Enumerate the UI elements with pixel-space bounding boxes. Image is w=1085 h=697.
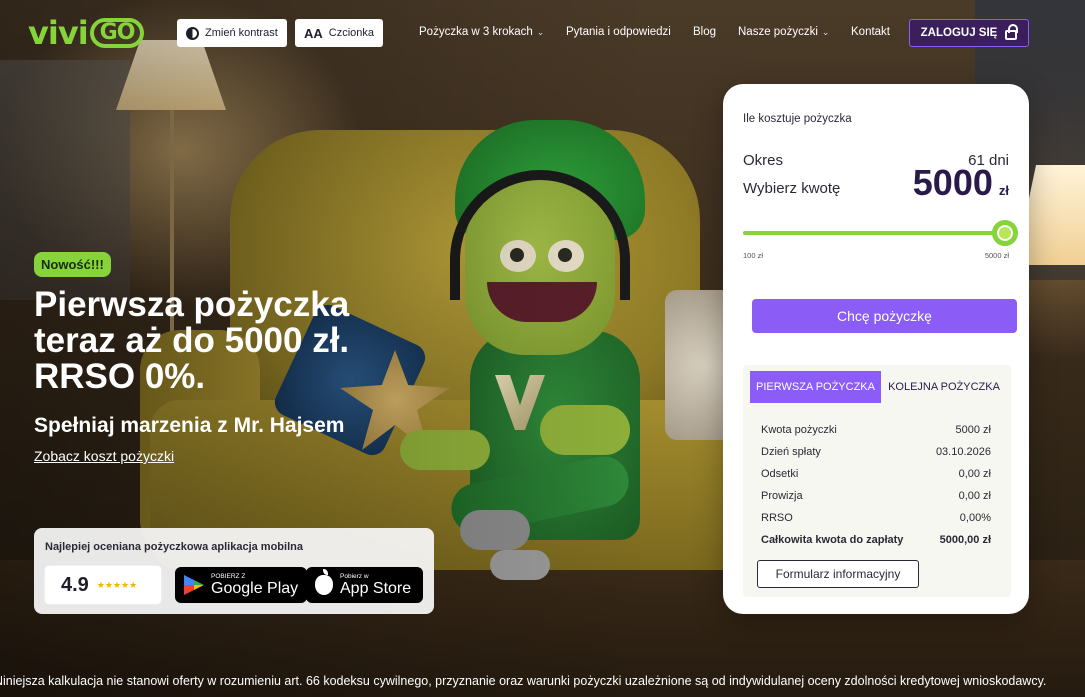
logo-text-part1: vivi — [28, 14, 89, 52]
app-store-button[interactable]: Pobierz w App Store — [306, 567, 423, 603]
app-store-text: Pobierz w App Store — [340, 573, 411, 597]
calculator-question: Ile kosztuje pożyczka — [743, 113, 852, 125]
contrast-button[interactable]: Zmień kontrast — [177, 19, 287, 47]
new-badge: Nowość!!! — [34, 252, 111, 277]
amount-unit: zł — [998, 183, 1009, 198]
chevron-down-icon: ⌄ — [821, 26, 830, 37]
detail-value: 5000 zł — [955, 424, 991, 436]
detail-value: 5000,00 zł — [939, 534, 991, 546]
detail-label: Prowizja — [761, 490, 803, 502]
loan-calculator: Ile kosztuje pożyczka Okres 61 dni Wybie… — [723, 84, 1029, 614]
detail-row: Kwota pożyczki 5000 zł — [761, 419, 991, 441]
google-play-icon — [184, 575, 204, 595]
detail-label: RRSO — [761, 512, 793, 524]
app-store-big-label: App Store — [340, 580, 412, 597]
star-rating-icon: ★★★★★ — [96, 579, 138, 590]
contrast-icon — [186, 26, 199, 40]
tab-first-loan[interactable]: PIERWSZA POŻYCZKA — [750, 371, 881, 403]
loan-cost-link[interactable]: Zobacz koszt pożyczki — [34, 448, 174, 464]
period-label: Okres — [743, 152, 784, 169]
loan-details-panel: PIERWSZA POŻYCZKA KOLEJNA POŻYCZKA Kwota… — [743, 365, 1011, 597]
nav-item-label: Nasze pożyczki — [738, 26, 818, 38]
detail-label: Całkowita kwota do zapłaty — [761, 534, 904, 546]
detail-row: Odsetki 0,00 zł — [761, 463, 991, 485]
nav-item-label: Pytania i odpowiedzi — [566, 26, 671, 38]
nav-item-faq[interactable]: Pytania i odpowiedzi — [566, 26, 671, 38]
amount-value: 5000 — [912, 162, 993, 203]
detail-value: 03.10.2026 — [935, 446, 991, 458]
nav-item-contact[interactable]: Kontakt — [851, 26, 890, 38]
app-box-title: Najlepiej oceniana pożyczkowa aplikacja … — [45, 541, 303, 553]
detail-value: 0,00 zł — [958, 468, 991, 480]
detail-label: Kwota pożyczki — [761, 424, 837, 436]
information-form-button[interactable]: Formularz informacyjny — [757, 560, 919, 588]
google-play-big-label: Google Play — [211, 580, 299, 597]
amount-display: 5000 zł — [913, 162, 1009, 204]
amount-label: Wybierz kwotę — [743, 180, 841, 197]
nav-item-label: Blog — [693, 26, 717, 38]
google-play-text: POBIERZ Z Google Play — [211, 573, 298, 597]
lock-icon — [1005, 24, 1019, 40]
font-button-label: Czcionka — [328, 27, 375, 39]
hero-title: Pierwsza pożyczka teraz aż do 5000 zł. R… — [34, 285, 350, 396]
apple-icon — [315, 569, 333, 595]
font-size-icon: AA — [304, 25, 323, 41]
mobile-app-box: Najlepiej oceniana pożyczkowa aplikacja … — [34, 528, 434, 614]
slider-min-label: 100 zł — [743, 251, 764, 260]
detail-row: RRSO 0,00% — [761, 507, 991, 529]
detail-row: Prowizja 0,00 zł — [761, 485, 991, 507]
amount-slider-thumb[interactable] — [992, 220, 1018, 246]
apply-loan-button[interactable]: Chcę pożyczkę — [752, 299, 1017, 333]
rating-value: 4.9 — [61, 573, 89, 596]
logo[interactable]: vivi GO — [28, 14, 145, 52]
detail-value: 0,00% — [959, 512, 991, 524]
chevron-down-icon: ⌄ — [536, 26, 545, 37]
detail-row: Dzień spłaty 03.10.2026 — [761, 441, 991, 463]
app-rating: 4.9 ★★★★★ — [45, 566, 161, 604]
nav-item-our-loans[interactable]: Nasze pożyczki ⌄ — [738, 26, 829, 38]
nav-item-label: Pożyczka w 3 krokach — [419, 26, 533, 38]
login-button[interactable]: ZALOGUJ SIĘ — [909, 19, 1029, 47]
nav-item-blog[interactable]: Blog — [693, 26, 716, 38]
contrast-button-label: Zmień kontrast — [205, 27, 278, 39]
detail-value: 0,00 zł — [958, 490, 991, 502]
detail-label: Dzień spłaty — [761, 446, 821, 458]
nav-item-loan-steps[interactable]: Pożyczka w 3 krokach ⌄ — [419, 26, 544, 38]
google-play-button[interactable]: POBIERZ Z Google Play — [175, 567, 308, 603]
detail-label: Odsetki — [761, 468, 799, 480]
login-button-label: ZALOGUJ SIĘ — [920, 27, 998, 39]
amount-slider-track[interactable] — [743, 231, 1005, 235]
legal-disclaimer: Niniejsza kalkulacja nie stanowi oferty … — [0, 674, 1047, 688]
loan-details-list: Kwota pożyczki 5000 zł Dzień spłaty 03.10.… — [761, 419, 991, 551]
hero-subtitle: Spełniaj marzenia z Mr. Hajsem — [34, 414, 345, 437]
site-header: vivi GO Zmień kontrast AA Czcionka Pożycz… — [0, 0, 1085, 66]
tab-next-loan[interactable]: KOLEJNA POŻYCZKA — [883, 371, 1005, 403]
nav-item-label: Kontakt — [851, 26, 890, 38]
logo-text-part2: GO — [89, 18, 145, 48]
font-button[interactable]: AA Czcionka — [295, 19, 384, 47]
slider-max-label: 5000 zł — [984, 251, 1009, 260]
detail-row-total: Całkowita kwota do zapłaty 5000,00 zł — [761, 529, 991, 551]
